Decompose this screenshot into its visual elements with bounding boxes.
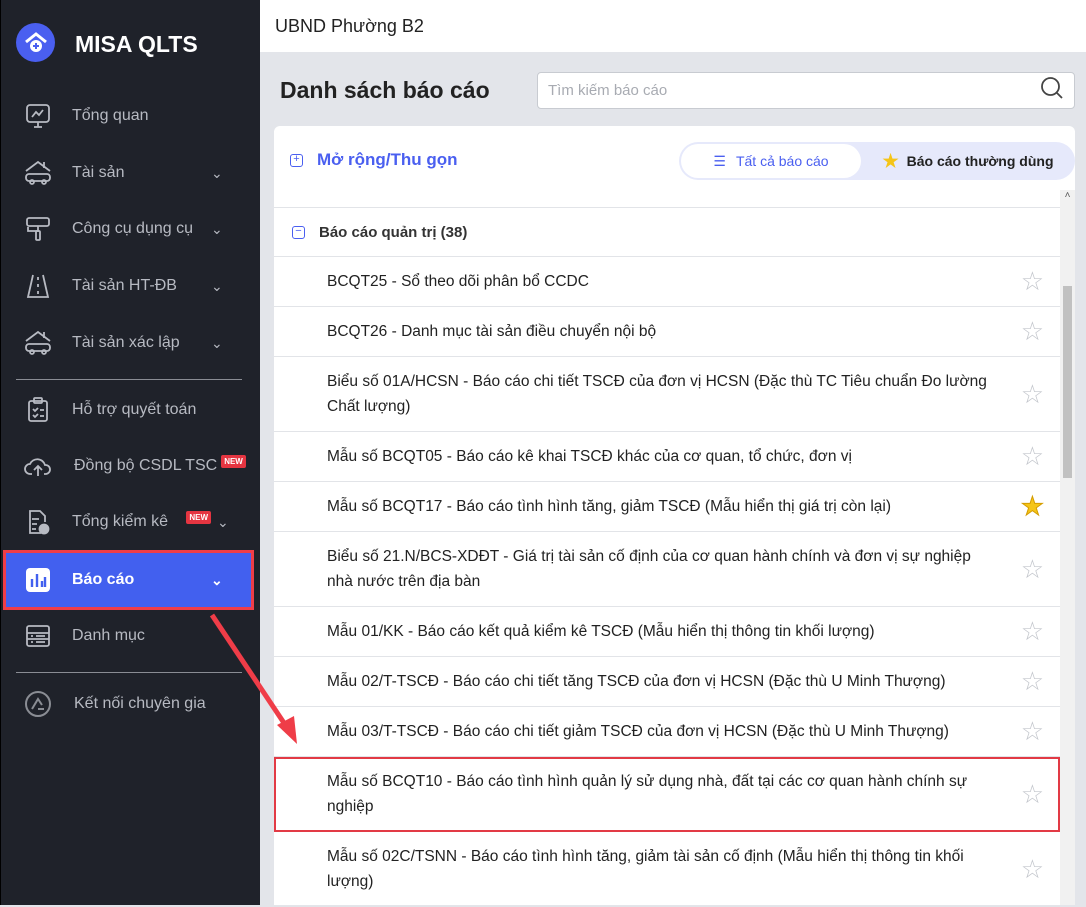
- annotation-arrow: [209, 613, 297, 744]
